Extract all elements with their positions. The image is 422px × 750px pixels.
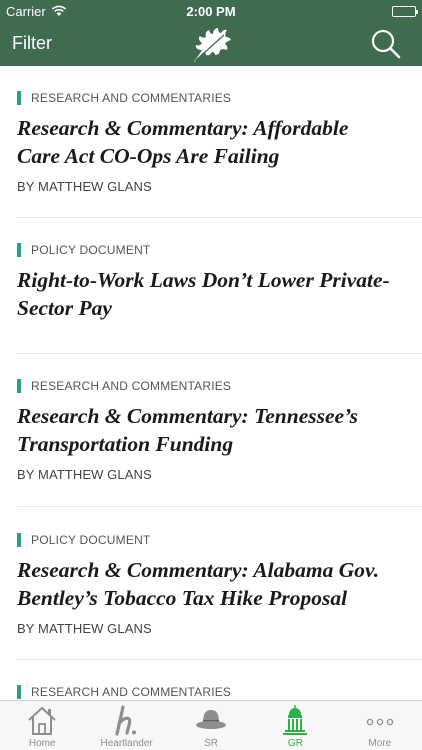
home-icon [28,707,56,735]
category-label: RESEARCH AND COMMENTARIES [17,379,231,393]
tab-more[interactable]: More [338,701,422,750]
category-label: POLICY DOCUMENT [17,533,150,547]
carrier-label: Carrier [6,3,46,19]
capitol-building-icon [283,705,308,735]
category-marker [17,685,21,699]
tab-heartlander[interactable]: Heartlander [84,701,168,750]
article-title[interactable]: Research & Commentary: Alabama Gov. Bent… [17,556,412,612]
article-byline: BY MATTHEW GLANS [17,179,152,194]
category-label: RESEARCH AND COMMENTARIES [17,91,231,105]
category-marker [17,379,21,393]
list-item[interactable]: RESEARCH AND COMMENTARIES Research & Com… [0,66,422,218]
list-item[interactable]: POLICY DOCUMENT Research & Commentary: A… [0,507,422,660]
article-byline: BY MATTHEW GLANS [17,621,152,636]
status-bar: Carrier 2:00 PM [0,0,422,22]
list-item[interactable]: RESEARCH AND COMMENTARIES Research & Com… [0,354,422,507]
list-item[interactable]: POLICY DOCUMENT Right-to-Work Laws Don’t… [0,218,422,354]
category-label: RESEARCH AND COMMENTARIES [17,685,231,699]
tab-bar: Home Heartlander SR GR More [0,700,422,750]
category-label: POLICY DOCUMENT [17,243,150,257]
hat-icon [196,710,227,729]
filter-button[interactable]: Filter [12,33,52,54]
status-left: Carrier [6,4,67,19]
search-icon[interactable] [370,28,402,60]
navigation-bar: Filter [0,22,422,66]
oak-leaf-icon [194,28,231,62]
article-title[interactable]: Research & Commentary: Affordable Care A… [17,114,412,170]
heartlander-h-icon [115,705,136,736]
category-marker [17,91,21,105]
wifi-icon [51,5,66,16]
more-dots-icon [366,718,394,726]
tab-sr[interactable]: SR [169,701,253,750]
tab-gr[interactable]: GR [253,701,337,750]
article-byline: BY MATTHEW GLANS [17,467,152,482]
category-marker [17,243,21,257]
article-title[interactable]: Right-to-Work Laws Don’t Lower Private- … [17,266,412,322]
article-list[interactable]: RESEARCH AND COMMENTARIES Research & Com… [0,66,422,700]
battery-icon [392,5,418,17]
category-marker [17,533,21,547]
list-item[interactable]: RESEARCH AND COMMENTARIES [0,660,422,700]
tab-home[interactable]: Home [0,701,84,750]
article-title[interactable]: Research & Commentary: Tennessee’s Trans… [17,402,412,458]
